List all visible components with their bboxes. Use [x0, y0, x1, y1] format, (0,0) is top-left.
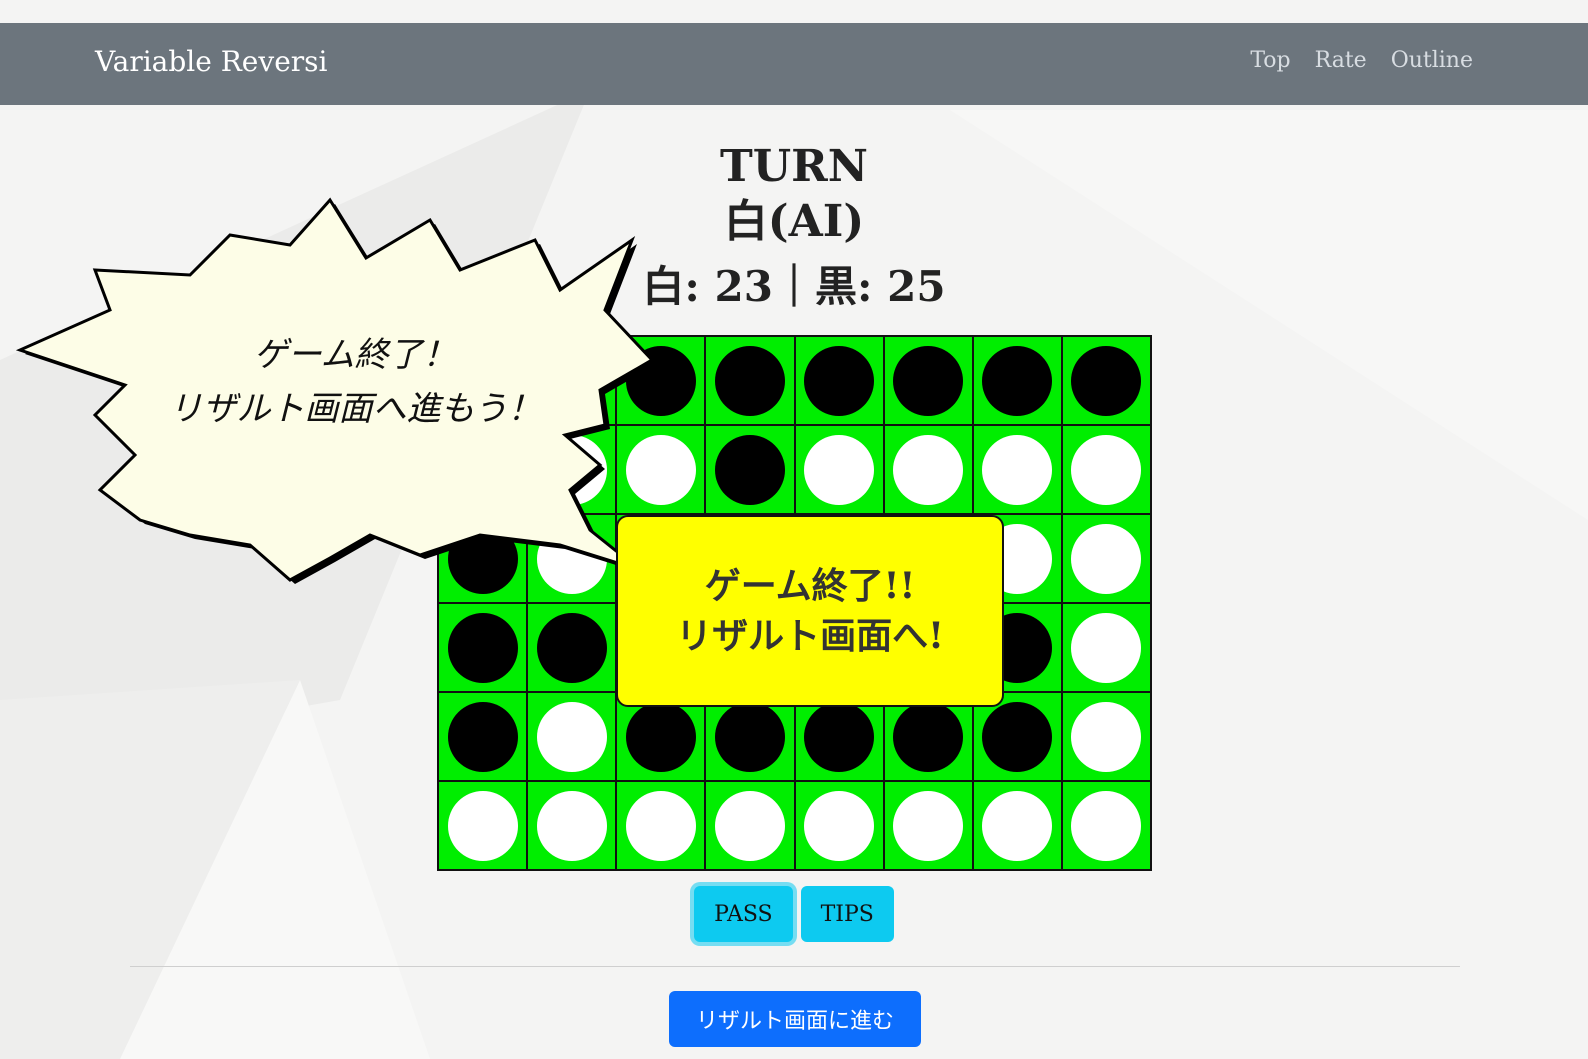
board-cell[interactable]	[794, 425, 884, 514]
nav-link-top[interactable]: Top	[1250, 48, 1290, 73]
white-piece	[1071, 701, 1142, 772]
black-piece	[447, 612, 518, 683]
nav-link-rate[interactable]: Rate	[1315, 48, 1367, 73]
top-navbar: Variable Reversi Top Rate Outline	[0, 23, 1588, 105]
board-cell[interactable]	[705, 781, 795, 870]
bubble-line-1: ゲーム終了！	[253, 335, 457, 375]
white-piece	[893, 434, 964, 505]
board-cell[interactable]	[794, 336, 884, 425]
board-cell[interactable]	[438, 603, 528, 692]
black-piece	[447, 701, 518, 772]
nav-links: Top Rate Outline	[1250, 48, 1473, 73]
bubble-line-2: リザルト画面へ進もう！	[168, 389, 542, 429]
board-cell[interactable]	[883, 336, 973, 425]
board-cell[interactable]	[438, 692, 528, 781]
tips-button[interactable]: TIPS	[800, 886, 894, 942]
board-cell[interactable]	[616, 781, 706, 870]
board-cell[interactable]	[1061, 425, 1151, 514]
black-piece	[536, 612, 607, 683]
white-piece	[982, 790, 1053, 861]
board-cell[interactable]	[883, 425, 973, 514]
white-piece	[447, 790, 518, 861]
black-piece	[625, 701, 696, 772]
pass-button[interactable]: PASS	[694, 886, 793, 942]
modal-line-2: リザルト画面へ!	[676, 615, 944, 657]
white-piece	[804, 434, 875, 505]
bubble-text: ゲーム終了！ リザルト画面へ進もう！	[120, 328, 590, 436]
result-button[interactable]: リザルト画面に進む	[669, 991, 921, 1047]
white-piece	[536, 701, 607, 772]
black-piece	[893, 701, 964, 772]
white-piece	[1071, 612, 1142, 683]
board-cell[interactable]	[972, 781, 1062, 870]
black-piece	[1071, 345, 1142, 416]
board-cell[interactable]	[1061, 781, 1151, 870]
black-piece	[804, 701, 875, 772]
board-cell[interactable]	[705, 336, 795, 425]
white-piece	[1071, 434, 1142, 505]
board-cell[interactable]	[972, 336, 1062, 425]
white-piece	[1071, 523, 1142, 594]
black-piece	[714, 434, 785, 505]
black-piece	[804, 345, 875, 416]
black-piece	[714, 701, 785, 772]
board-cell[interactable]	[705, 425, 795, 514]
board-cell[interactable]	[883, 781, 973, 870]
board-cell[interactable]	[527, 692, 617, 781]
black-piece	[714, 345, 785, 416]
board-cell[interactable]	[1061, 336, 1151, 425]
white-piece	[1071, 790, 1142, 861]
board-cell[interactable]	[1061, 514, 1151, 603]
turn-label: TURN	[720, 141, 868, 192]
white-piece	[804, 790, 875, 861]
modal-line-1: ゲーム終了!!	[704, 565, 916, 607]
board-cell[interactable]	[527, 603, 617, 692]
board-cell[interactable]	[794, 781, 884, 870]
white-piece	[625, 790, 696, 861]
game-over-modal[interactable]: ゲーム終了!! リザルト画面へ!	[616, 515, 1004, 707]
black-piece	[982, 345, 1053, 416]
black-piece	[893, 345, 964, 416]
divider	[130, 966, 1460, 967]
brand-title[interactable]: Variable Reversi	[95, 45, 327, 78]
white-piece	[893, 790, 964, 861]
action-buttons: PASS TIPS	[0, 886, 1588, 942]
board-cell[interactable]	[527, 781, 617, 870]
white-piece	[536, 790, 607, 861]
board-cell[interactable]	[972, 425, 1062, 514]
nav-link-outline[interactable]: Outline	[1391, 48, 1473, 73]
white-piece	[982, 434, 1053, 505]
board-cell[interactable]	[1061, 603, 1151, 692]
board-cell[interactable]	[438, 781, 528, 870]
board-cell[interactable]	[1061, 692, 1151, 781]
black-piece	[982, 701, 1053, 772]
white-piece	[714, 790, 785, 861]
